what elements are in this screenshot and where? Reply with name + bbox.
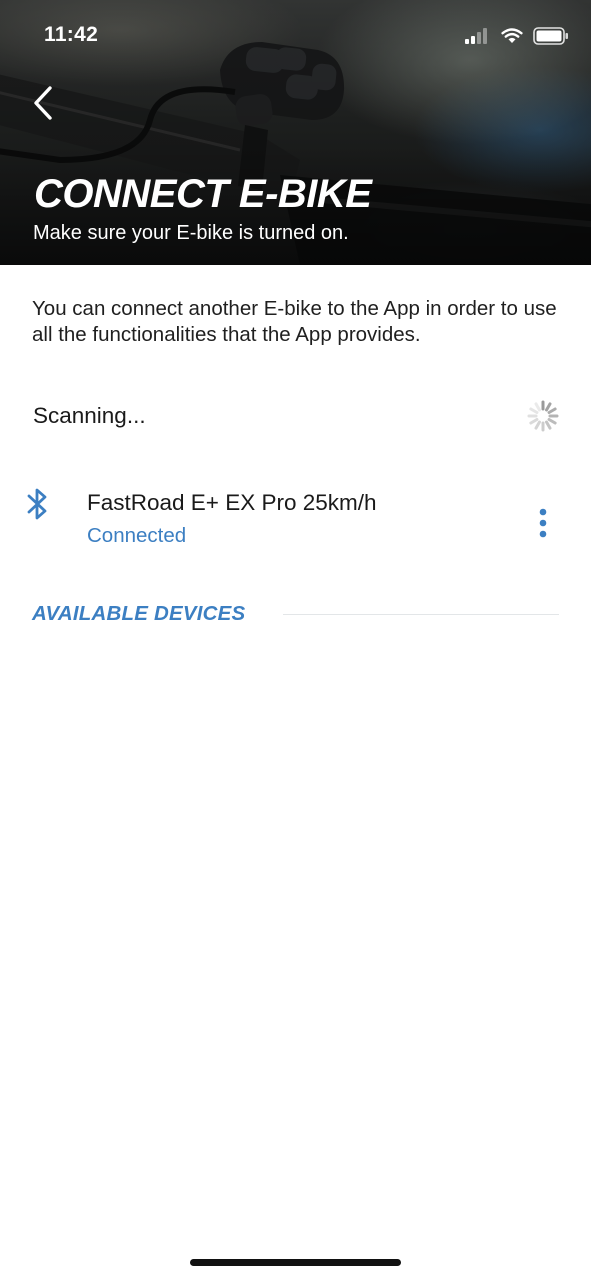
more-vertical-icon	[539, 508, 547, 538]
loading-spinner-icon	[527, 400, 559, 432]
device-status: Connected	[87, 524, 187, 547]
device-menu-button[interactable]	[528, 504, 558, 544]
available-devices-title: AVAILABLE DEVICES	[32, 602, 246, 625]
page-title: CONNECT E-BIKE	[34, 172, 372, 216]
scanning-row: Scanning...	[0, 396, 591, 440]
cellular-signal-icon	[465, 28, 487, 44]
battery-icon	[533, 27, 568, 45]
intro-text: You can connect another E-bike to the Ap…	[32, 297, 557, 346]
connected-device-row[interactable]: FastRoad E+ EX Pro 25km/h Connected	[0, 478, 591, 556]
section-divider	[283, 614, 559, 615]
device-name: FastRoad E+ EX Pro 25km/h	[87, 490, 377, 515]
home-indicator[interactable]	[190, 1259, 401, 1266]
status-bar: 11:42	[0, 0, 591, 70]
chevron-left-icon	[34, 86, 52, 120]
status-time: 11:42	[44, 23, 99, 46]
page-subtitle: Make sure your E-bike is turned on.	[33, 222, 349, 244]
back-button[interactable]	[26, 82, 62, 124]
available-devices-header: AVAILABLE DEVICES	[0, 596, 591, 632]
header-hero: 11:42 CONNECT E-BIKE Make sure your E-bi…	[0, 0, 591, 265]
wifi-icon	[501, 28, 523, 43]
scanning-label: Scanning...	[33, 403, 146, 428]
bluetooth-icon	[27, 488, 47, 520]
status-icons	[465, 26, 569, 46]
